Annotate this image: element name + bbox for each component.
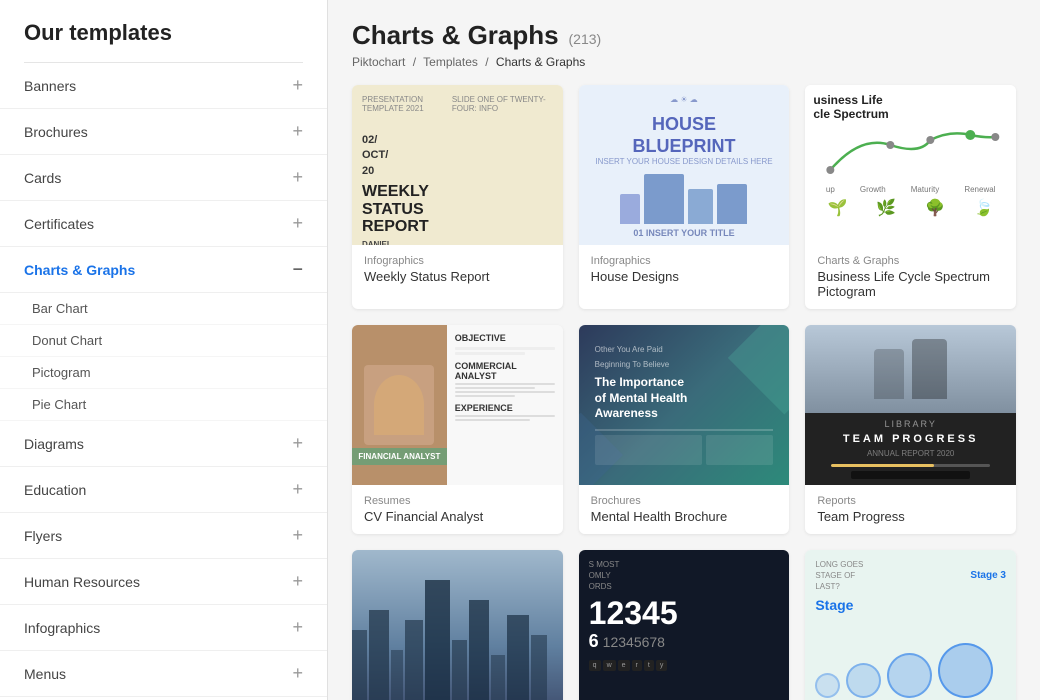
sidebar-title: Our templates bbox=[0, 20, 327, 62]
expand-icon: + bbox=[292, 479, 303, 500]
sidebar-subitem-pictogram[interactable]: Pictogram bbox=[0, 357, 327, 389]
template-name: Team Progress bbox=[817, 509, 1004, 524]
template-thumbnail: FINANCIAL ANALYST OBJECTIVE COMMERCIAL A… bbox=[352, 325, 563, 485]
sidebar-subitem-donut-chart[interactable]: Donut Chart bbox=[0, 325, 327, 357]
expand-icon: + bbox=[292, 433, 303, 454]
breadcrumb-sep-1: / bbox=[413, 55, 416, 69]
template-card-business-stages[interactable]: LONG GOES STAGE OF LAST? Stage Stage 3 S… bbox=[805, 550, 1016, 700]
sidebar-item-banners[interactable]: Banners + bbox=[0, 63, 327, 109]
sidebar-item-charts-graphs[interactable]: Charts & Graphs − bbox=[0, 247, 327, 293]
breadcrumb-part-2[interactable]: Templates bbox=[423, 55, 478, 69]
template-name: House Designs bbox=[591, 269, 778, 284]
expand-icon: + bbox=[292, 571, 303, 592]
template-card-business-life-cycle[interactable]: usiness Life cle Spectrum upGrowthMaturi… bbox=[805, 85, 1016, 309]
sidebar-item-certificates[interactable]: Certificates + bbox=[0, 201, 327, 247]
breadcrumb-part-1[interactable]: Piktochart bbox=[352, 55, 405, 69]
sidebar-subitem-bar-chart[interactable]: Bar Chart bbox=[0, 293, 327, 325]
template-info: Infographics Weekly Status Report bbox=[352, 245, 563, 294]
sidebar-item-flyers[interactable]: Flyers + bbox=[0, 513, 327, 559]
template-card-weekly-status-report[interactable]: PRESENTATION TEMPLATE 2021 SLIDE ONE OF … bbox=[352, 85, 563, 309]
expand-icon: + bbox=[292, 121, 303, 142]
template-category: Charts & Graphs bbox=[817, 255, 1004, 267]
template-thumbnail: Other You Are Paid Beginning To Believe … bbox=[579, 325, 790, 485]
breadcrumb: Piktochart / Templates / Charts & Graphs bbox=[352, 55, 1016, 69]
sidebar: Our templates Banners + Brochures + Card… bbox=[0, 0, 328, 700]
template-thumbnail: usiness Life cle Spectrum upGrowthMaturi… bbox=[805, 85, 1016, 245]
template-info: Reports Team Progress bbox=[805, 485, 1016, 534]
template-card-team-progress[interactable]: LIBRARY TEAM PROGRESS ANNUAL REPORT 2020… bbox=[805, 325, 1016, 534]
template-card-data-dashboard[interactable]: S MOST OMLY ORDS 12345 6 12345678 q w e … bbox=[579, 550, 790, 700]
expand-icon: + bbox=[292, 617, 303, 638]
template-card-mental-health-brochure[interactable]: Other You Are Paid Beginning To Believe … bbox=[579, 325, 790, 534]
expand-icon: + bbox=[292, 75, 303, 96]
page-title: Charts & Graphs bbox=[352, 20, 559, 50]
sidebar-subitem-pie-chart[interactable]: Pie Chart bbox=[0, 389, 327, 421]
expand-icon: + bbox=[292, 213, 303, 234]
sidebar-item-education[interactable]: Education + bbox=[0, 467, 327, 513]
template-info: Resumes CV Financial Analyst bbox=[352, 485, 563, 534]
template-card-urban-architecture[interactable]: Infographics Urban Architecture bbox=[352, 550, 563, 700]
template-category: Resumes bbox=[364, 495, 551, 507]
sidebar-item-brochures[interactable]: Brochures + bbox=[0, 109, 327, 155]
sidebar-item-infographics[interactable]: Infographics + bbox=[0, 605, 327, 651]
breadcrumb-sep-2: / bbox=[485, 55, 488, 69]
template-name: Business Life Cycle Spectrum Pictogram bbox=[817, 269, 1004, 299]
template-grid: PRESENTATION TEMPLATE 2021 SLIDE ONE OF … bbox=[352, 85, 1016, 700]
sidebar-item-diagrams[interactable]: Diagrams + bbox=[0, 421, 327, 467]
template-info: Infographics House Designs bbox=[579, 245, 790, 294]
template-thumbnail: LONG GOES STAGE OF LAST? Stage Stage 3 S… bbox=[805, 550, 1016, 700]
sidebar-item-cards[interactable]: Cards + bbox=[0, 155, 327, 201]
template-count: (213) bbox=[569, 31, 602, 47]
template-thumbnail: S MOST OMLY ORDS 12345 6 12345678 q w e … bbox=[579, 550, 790, 700]
template-card-house-designs[interactable]: ☁ ☀ ☁ HOUSEBLUEPRINT INSERT YOUR HOUSE D… bbox=[579, 85, 790, 309]
template-category: Infographics bbox=[591, 255, 778, 267]
collapse-icon: − bbox=[292, 259, 303, 280]
template-thumbnail bbox=[352, 550, 563, 700]
expand-icon: + bbox=[292, 167, 303, 188]
template-category: Brochures bbox=[591, 495, 778, 507]
template-name: CV Financial Analyst bbox=[364, 509, 551, 524]
template-thumbnail: LIBRARY TEAM PROGRESS ANNUAL REPORT 2020 bbox=[805, 325, 1016, 485]
breadcrumb-part-3: Charts & Graphs bbox=[496, 55, 585, 69]
template-info: Brochures Mental Health Brochure bbox=[579, 485, 790, 534]
template-thumbnail: PRESENTATION TEMPLATE 2021 SLIDE ONE OF … bbox=[352, 85, 563, 245]
template-name: Weekly Status Report bbox=[364, 269, 551, 284]
expand-icon: + bbox=[292, 525, 303, 546]
template-card-cv-financial-analyst[interactable]: FINANCIAL ANALYST OBJECTIVE COMMERCIAL A… bbox=[352, 325, 563, 534]
template-thumbnail: ☁ ☀ ☁ HOUSEBLUEPRINT INSERT YOUR HOUSE D… bbox=[579, 85, 790, 245]
template-name: Mental Health Brochure bbox=[591, 509, 778, 524]
main-header: Charts & Graphs (213) Piktochart / Templ… bbox=[352, 20, 1016, 69]
expand-icon: + bbox=[292, 663, 303, 684]
template-category: Reports bbox=[817, 495, 1004, 507]
sidebar-item-menus[interactable]: Menus + bbox=[0, 651, 327, 697]
charts-graphs-submenu: Bar Chart Donut Chart Pictogram Pie Char… bbox=[0, 293, 327, 421]
sidebar-item-human-resources[interactable]: Human Resources + bbox=[0, 559, 327, 605]
template-info: Charts & Graphs Business Life Cycle Spec… bbox=[805, 245, 1016, 309]
template-category: Infographics bbox=[364, 255, 551, 267]
main-content: Charts & Graphs (213) Piktochart / Templ… bbox=[328, 0, 1040, 700]
